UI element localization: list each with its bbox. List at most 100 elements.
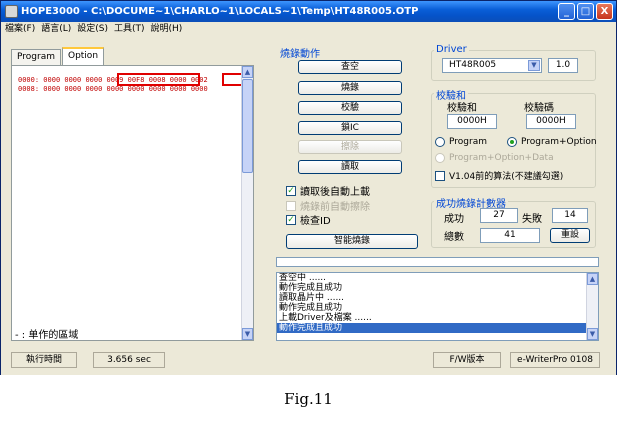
checksum-code-label: 校驗碼	[524, 103, 554, 114]
exec-time-value: 3.656 sec	[93, 352, 165, 368]
auto-upload-label: 讀取後自動上載	[300, 187, 370, 198]
log-panel[interactable]: 查空中 ...... 動作完成且成功 讀取晶片中 ...... 動作完成且成功 …	[276, 272, 599, 341]
scroll-up-icon[interactable]: ▲	[242, 66, 253, 78]
close-button[interactable]: X	[596, 3, 613, 20]
reset-counter-button[interactable]: 重設	[550, 228, 590, 243]
radio-icon	[435, 153, 445, 163]
checksum-sum-value: 0000H	[447, 114, 497, 129]
program-button[interactable]: 燒錄	[298, 81, 402, 95]
menu-file[interactable]: 檔案(F)	[5, 22, 35, 36]
hex-word: 0000	[127, 85, 145, 93]
progress-bar	[276, 257, 599, 267]
checkbox-icon	[286, 200, 296, 211]
hex-word: 0000	[43, 85, 61, 93]
hex-line-1: 0008: 0000 0000 0000 0000 0000 0000 0000…	[18, 85, 208, 94]
window-controls: _ □ X	[558, 3, 613, 20]
log-line: 讀取晶片中 ......	[279, 293, 345, 303]
log-scrollbar[interactable]: ▲ ▼	[586, 273, 598, 340]
blank-check-button[interactable]: 查空	[298, 60, 402, 74]
log-line: 動作完成且成功	[279, 303, 343, 313]
log-line: 查空中 ......	[279, 273, 327, 283]
menu-tools[interactable]: 工具(T)	[114, 22, 145, 36]
checksum-code-value: 0000H	[526, 114, 576, 129]
total-count: 41	[480, 228, 540, 243]
menu-bar: 檔案(F) 語言(L) 設定(S) 工具(T) 說明(H)	[1, 22, 616, 36]
fail-label: 失敗	[522, 214, 542, 225]
scroll-down-icon[interactable]: ▼	[587, 328, 598, 340]
tab-program[interactable]: Program	[11, 49, 61, 65]
figure-caption: Fig.11	[284, 390, 333, 408]
total-label: 總數	[444, 232, 464, 243]
hex-word: 0000	[85, 85, 103, 93]
hex-view[interactable]: 0000: 0000 0000 0000 0009 00F8 0008 0000…	[11, 65, 254, 341]
tab-strip: Program Option	[11, 47, 105, 65]
operations-title: 燒錄動作	[278, 45, 322, 60]
exec-time-label: 執行時間	[11, 352, 77, 368]
hex-word: 0000	[190, 85, 208, 93]
dropdown-arrow-icon[interactable]: ▼	[528, 60, 540, 71]
hex-highlight-box	[117, 73, 200, 86]
log-line: 上載Driver及檔案 ......	[279, 313, 372, 323]
radio-program-option-label: Program+Option	[521, 137, 597, 147]
radio-selected-icon	[507, 137, 517, 147]
checkbox-checked-icon: ✓	[286, 214, 296, 225]
radio-program-option[interactable]: Program+Option	[507, 137, 597, 147]
firmware-label: F/W版本	[433, 352, 501, 368]
fail-count: 14	[552, 208, 588, 223]
app-icon	[5, 5, 18, 18]
driver-version-field: 1.0	[548, 58, 578, 73]
read-button[interactable]: 讀取	[298, 160, 402, 174]
scroll-thumb[interactable]	[242, 79, 253, 173]
window-title: HOPE3000 - C:\DOCUME~1\CHARLO~1\LOCALS~1…	[21, 6, 419, 17]
driver-selected-value: HT48R005	[449, 60, 497, 70]
legacy-algorithm-checkbox[interactable]: V1.04前的算法(不建議勾選)	[435, 169, 563, 182]
hex-scrollbar[interactable]: ▲ ▼	[241, 66, 253, 340]
hex-word: 0000	[148, 85, 166, 93]
success-count: 27	[480, 208, 518, 223]
title-bar[interactable]: HOPE3000 - C:\DOCUME~1\CHARLO~1\LOCALS~1…	[1, 1, 616, 22]
checkbox-icon	[435, 170, 445, 181]
success-label: 成功	[444, 214, 464, 225]
maximize-button[interactable]: □	[577, 3, 594, 20]
scroll-down-icon[interactable]: ▼	[242, 328, 253, 340]
log-line: 動作完成且成功	[279, 283, 343, 293]
radio-program-option-data-label: Program+Option+Data	[449, 153, 554, 163]
smart-burn-button[interactable]: 智能燒錄	[286, 234, 418, 249]
legacy-algorithm-label: V1.04前的算法(不建議勾選)	[449, 172, 564, 182]
driver-title: Driver	[434, 44, 469, 55]
driver-select[interactable]: HT48R005 ▼	[442, 58, 542, 73]
app-window: HOPE3000 - C:\DOCUME~1\CHARLO~1\LOCALS~1…	[0, 0, 617, 375]
auto-upload-checkbox[interactable]: ✓ 讀取後自動上載	[286, 183, 370, 198]
radio-program-option-data[interactable]: Program+Option+Data	[435, 153, 554, 163]
minimize-button[interactable]: _	[558, 3, 575, 20]
verify-button[interactable]: 校驗	[298, 101, 402, 115]
scroll-up-icon[interactable]: ▲	[587, 273, 598, 285]
auto-erase-label: 燒錄前自動擦除	[300, 202, 370, 213]
region-note: - : 单作的區域	[15, 330, 79, 341]
auto-erase-checkbox[interactable]: 燒錄前自動擦除	[286, 198, 370, 213]
check-id-label: 檢查ID	[300, 216, 331, 227]
checkbox-checked-icon: ✓	[286, 185, 296, 196]
menu-help[interactable]: 說明(H)	[151, 22, 183, 36]
hex-address: 0008:	[18, 85, 40, 93]
status-bar: 執行時間 3.656 sec F/W版本 e-WriterPro 0108	[1, 347, 616, 375]
lock-ic-button[interactable]: 鎖IC	[298, 121, 402, 135]
hex-word: 0000	[106, 85, 124, 93]
device-version: e-WriterPro 0108	[510, 352, 600, 368]
radio-program-label: Program	[449, 137, 487, 147]
tab-option[interactable]: Option	[61, 47, 105, 65]
hex-word: 0000	[169, 85, 187, 93]
hex-word: 0000	[64, 76, 82, 84]
checksum-sum-label: 校驗和	[447, 103, 477, 114]
log-line-selected: 動作完成且成功	[277, 323, 598, 333]
hex-address: 0000:	[18, 76, 40, 84]
menu-language[interactable]: 語言(L)	[41, 22, 71, 36]
radio-program[interactable]: Program	[435, 137, 487, 147]
erase-button[interactable]: 擦除	[298, 140, 402, 154]
check-id-checkbox[interactable]: ✓ 檢查ID	[286, 212, 331, 227]
hex-word: 0000	[43, 76, 61, 84]
hex-word: 0000	[64, 85, 82, 93]
hex-word: 0000	[85, 76, 103, 84]
menu-settings[interactable]: 設定(S)	[77, 22, 108, 36]
radio-icon	[435, 137, 445, 147]
